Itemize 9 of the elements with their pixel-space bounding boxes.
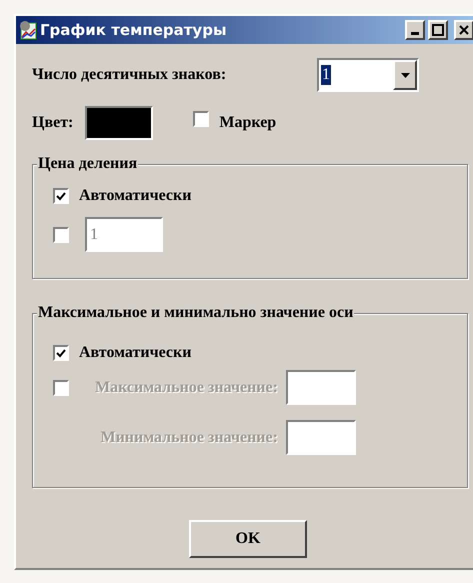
auto-label: Автоматически: [79, 186, 192, 206]
decimal-places-label: Число десятичных знаков:: [32, 65, 228, 85]
dropdown-value: 1: [321, 65, 331, 85]
window-title: График температуры: [40, 20, 227, 41]
ok-button[interactable]: OK: [189, 520, 307, 558]
marker-label: Маркер: [219, 113, 276, 133]
color-label: Цвет:: [32, 113, 74, 133]
auto-label: Автоматически: [79, 343, 192, 363]
decimal-places-dropdown[interactable]: 1: [317, 58, 419, 92]
